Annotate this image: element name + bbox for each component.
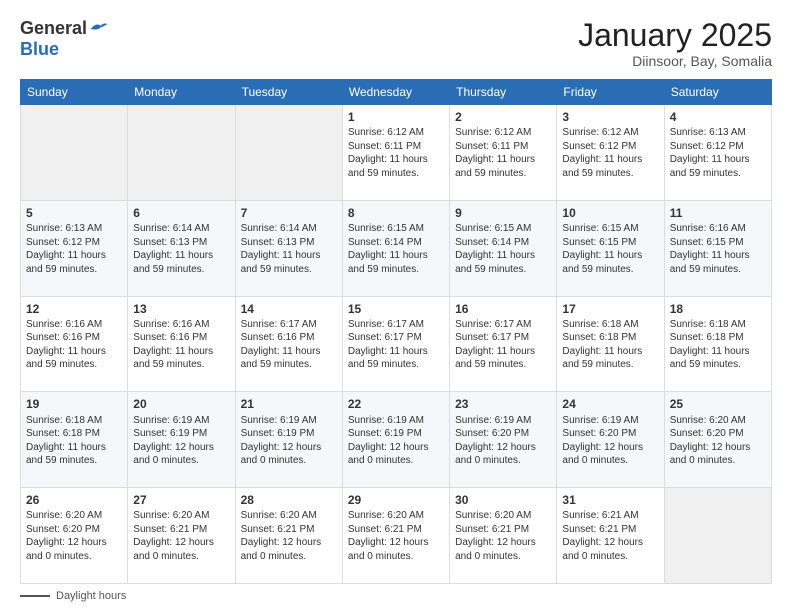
calendar-cell (664, 488, 771, 584)
calendar-cell: 6Sunrise: 6:14 AMSunset: 6:13 PMDaylight… (128, 200, 235, 296)
calendar-header-thursday: Thursday (450, 80, 557, 105)
calendar-week-row: 26Sunrise: 6:20 AMSunset: 6:20 PMDayligh… (21, 488, 772, 584)
calendar-header-row: SundayMondayTuesdayWednesdayThursdayFrid… (21, 80, 772, 105)
day-number: 15 (348, 301, 444, 317)
calendar-header-sunday: Sunday (21, 80, 128, 105)
calendar-cell (235, 105, 342, 201)
day-number: 24 (562, 396, 658, 412)
calendar-cell: 11Sunrise: 6:16 AMSunset: 6:15 PMDayligh… (664, 200, 771, 296)
calendar-cell: 30Sunrise: 6:20 AMSunset: 6:21 PMDayligh… (450, 488, 557, 584)
calendar-cell: 17Sunrise: 6:18 AMSunset: 6:18 PMDayligh… (557, 296, 664, 392)
day-number: 18 (670, 301, 766, 317)
day-number: 8 (348, 205, 444, 221)
calendar-cell: 3Sunrise: 6:12 AMSunset: 6:12 PMDaylight… (557, 105, 664, 201)
day-number: 17 (562, 301, 658, 317)
day-number: 1 (348, 109, 444, 125)
title-block: January 2025 Diinsoor, Bay, Somalia (578, 18, 772, 69)
day-number: 31 (562, 492, 658, 508)
calendar-cell: 19Sunrise: 6:18 AMSunset: 6:18 PMDayligh… (21, 392, 128, 488)
calendar-week-row: 1Sunrise: 6:12 AMSunset: 6:11 PMDaylight… (21, 105, 772, 201)
calendar-cell: 21Sunrise: 6:19 AMSunset: 6:19 PMDayligh… (235, 392, 342, 488)
calendar-cell: 28Sunrise: 6:20 AMSunset: 6:21 PMDayligh… (235, 488, 342, 584)
calendar-cell: 7Sunrise: 6:14 AMSunset: 6:13 PMDaylight… (235, 200, 342, 296)
calendar-cell: 26Sunrise: 6:20 AMSunset: 6:20 PMDayligh… (21, 488, 128, 584)
calendar-cell: 13Sunrise: 6:16 AMSunset: 6:16 PMDayligh… (128, 296, 235, 392)
calendar-cell: 25Sunrise: 6:20 AMSunset: 6:20 PMDayligh… (664, 392, 771, 488)
day-number: 28 (241, 492, 337, 508)
calendar-table: SundayMondayTuesdayWednesdayThursdayFrid… (20, 79, 772, 584)
calendar-cell: 9Sunrise: 6:15 AMSunset: 6:14 PMDaylight… (450, 200, 557, 296)
calendar-cell: 24Sunrise: 6:19 AMSunset: 6:20 PMDayligh… (557, 392, 664, 488)
day-number: 30 (455, 492, 551, 508)
calendar-cell: 29Sunrise: 6:20 AMSunset: 6:21 PMDayligh… (342, 488, 449, 584)
calendar-cell: 15Sunrise: 6:17 AMSunset: 6:17 PMDayligh… (342, 296, 449, 392)
day-number: 27 (133, 492, 229, 508)
header: General Blue January 2025 Diinsoor, Bay,… (20, 18, 772, 69)
calendar-header-tuesday: Tuesday (235, 80, 342, 105)
calendar-week-row: 19Sunrise: 6:18 AMSunset: 6:18 PMDayligh… (21, 392, 772, 488)
calendar-header-friday: Friday (557, 80, 664, 105)
calendar-cell: 5Sunrise: 6:13 AMSunset: 6:12 PMDaylight… (21, 200, 128, 296)
day-number: 22 (348, 396, 444, 412)
day-number: 6 (133, 205, 229, 221)
calendar-cell: 27Sunrise: 6:20 AMSunset: 6:21 PMDayligh… (128, 488, 235, 584)
calendar-cell: 31Sunrise: 6:21 AMSunset: 6:21 PMDayligh… (557, 488, 664, 584)
day-number: 29 (348, 492, 444, 508)
day-number: 21 (241, 396, 337, 412)
footer-label: Daylight hours (56, 590, 126, 602)
day-number: 23 (455, 396, 551, 412)
calendar-cell: 8Sunrise: 6:15 AMSunset: 6:14 PMDaylight… (342, 200, 449, 296)
calendar-cell: 4Sunrise: 6:13 AMSunset: 6:12 PMDaylight… (664, 105, 771, 201)
calendar-cell: 14Sunrise: 6:17 AMSunset: 6:16 PMDayligh… (235, 296, 342, 392)
page-subtitle: Diinsoor, Bay, Somalia (578, 53, 772, 69)
logo-general-text: General (20, 18, 87, 39)
calendar-header-monday: Monday (128, 80, 235, 105)
day-number: 7 (241, 205, 337, 221)
day-number: 5 (26, 205, 122, 221)
calendar-cell (21, 105, 128, 201)
day-number: 10 (562, 205, 658, 221)
logo-blue-text: Blue (20, 39, 59, 60)
day-number: 19 (26, 396, 122, 412)
footer: Daylight hours (20, 590, 772, 602)
day-number: 2 (455, 109, 551, 125)
day-number: 25 (670, 396, 766, 412)
day-number: 9 (455, 205, 551, 221)
day-number: 14 (241, 301, 337, 317)
calendar-cell: 22Sunrise: 6:19 AMSunset: 6:19 PMDayligh… (342, 392, 449, 488)
calendar-cell: 16Sunrise: 6:17 AMSunset: 6:17 PMDayligh… (450, 296, 557, 392)
day-number: 12 (26, 301, 122, 317)
calendar-header-wednesday: Wednesday (342, 80, 449, 105)
calendar-cell: 23Sunrise: 6:19 AMSunset: 6:20 PMDayligh… (450, 392, 557, 488)
day-number: 20 (133, 396, 229, 412)
logo-bird-icon (89, 19, 109, 39)
day-number: 4 (670, 109, 766, 125)
calendar-header-saturday: Saturday (664, 80, 771, 105)
calendar-cell: 1Sunrise: 6:12 AMSunset: 6:11 PMDaylight… (342, 105, 449, 201)
day-number: 13 (133, 301, 229, 317)
calendar-cell: 20Sunrise: 6:19 AMSunset: 6:19 PMDayligh… (128, 392, 235, 488)
calendar-cell: 2Sunrise: 6:12 AMSunset: 6:11 PMDaylight… (450, 105, 557, 201)
logo: General Blue (20, 18, 109, 60)
day-number: 16 (455, 301, 551, 317)
calendar-cell: 10Sunrise: 6:15 AMSunset: 6:15 PMDayligh… (557, 200, 664, 296)
calendar-week-row: 12Sunrise: 6:16 AMSunset: 6:16 PMDayligh… (21, 296, 772, 392)
calendar-cell: 18Sunrise: 6:18 AMSunset: 6:18 PMDayligh… (664, 296, 771, 392)
footer-line (20, 595, 50, 597)
calendar-cell: 12Sunrise: 6:16 AMSunset: 6:16 PMDayligh… (21, 296, 128, 392)
day-number: 26 (26, 492, 122, 508)
day-number: 11 (670, 205, 766, 221)
calendar-cell (128, 105, 235, 201)
page: General Blue January 2025 Diinsoor, Bay,… (0, 0, 792, 612)
page-title: January 2025 (578, 18, 772, 53)
calendar-week-row: 5Sunrise: 6:13 AMSunset: 6:12 PMDaylight… (21, 200, 772, 296)
day-number: 3 (562, 109, 658, 125)
